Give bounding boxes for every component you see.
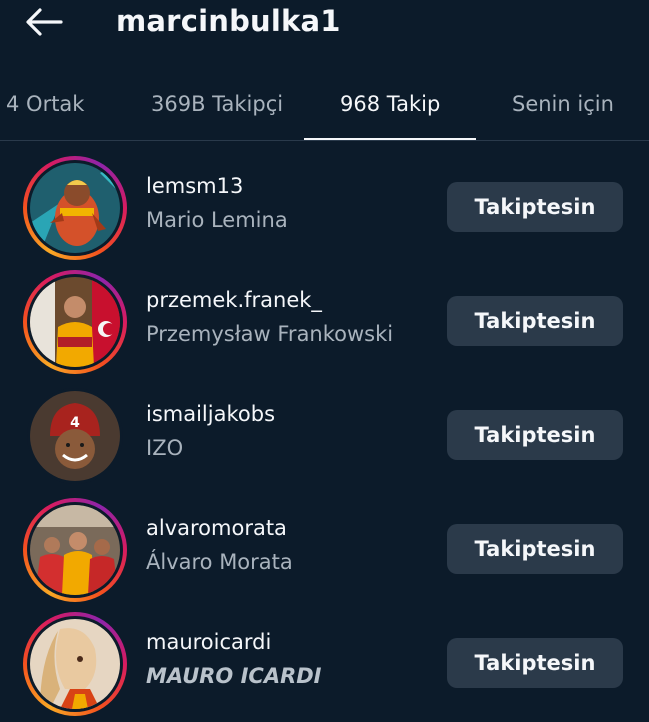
following-button[interactable]: Takiptesin [447,296,623,346]
following-button[interactable]: Takiptesin [447,524,623,574]
avatar [30,277,120,367]
active-tab-indicator [304,138,476,140]
list-item[interactable]: przemek.franek_ Przemysław Frankowski Ta… [0,266,649,380]
avatar [30,505,120,595]
list-item[interactable]: mauroicardi MAURO ICARDI Takiptesin [0,608,649,722]
back-button[interactable] [22,2,66,42]
tab-mutual[interactable]: 4 Ortak [6,78,84,140]
list-item-username[interactable]: przemek.franek_ [146,288,322,312]
list-item-fullname: Przemysław Frankowski [146,322,394,346]
list-item-username[interactable]: alvaromorata [146,516,287,540]
profile-username-title: marcinbulka1 [116,4,341,38]
following-button[interactable]: Takiptesin [447,638,623,688]
avatar: 4 [30,391,120,481]
tab-following[interactable]: 968 Takip [340,78,440,140]
following-button[interactable]: Takiptesin [447,410,623,460]
avatar-frame[interactable]: 4 [23,384,127,488]
avatar [30,619,120,709]
following-button[interactable]: Takiptesin [447,182,623,232]
list-item[interactable]: 4 ismailjakobs IZO Takiptesin [0,380,649,494]
tab-followers[interactable]: 369B Takipçi [151,78,283,140]
story-ring[interactable] [23,270,127,374]
list-item[interactable]: lemsm13 Mario Lemina Takiptesin [0,152,649,266]
story-ring[interactable] [23,612,127,716]
list-item-fullname: MAURO ICARDI [146,664,322,688]
list-item-fullname: IZO [146,436,184,460]
list-item[interactable]: alvaromorata Álvaro Morata Takiptesin [0,494,649,608]
story-ring[interactable] [23,156,127,260]
tab-bar: 4 Ortak 369B Takipçi 968 Takip Senin içi… [0,78,649,141]
list-item-username[interactable]: lemsm13 [146,174,243,198]
list-item-username[interactable]: ismailjakobs [146,402,275,426]
list-item-fullname: Mario Lemina [146,208,288,232]
arrow-left-icon [26,8,63,36]
tab-for-you[interactable]: Senin için [512,78,614,140]
svg-text:4: 4 [70,415,80,431]
story-ring[interactable] [23,498,127,602]
list-item-fullname: Álvaro Morata [146,550,293,574]
avatar [30,163,120,253]
top-bar: marcinbulka1 [0,0,649,60]
list-item-username[interactable]: mauroicardi [146,630,271,654]
